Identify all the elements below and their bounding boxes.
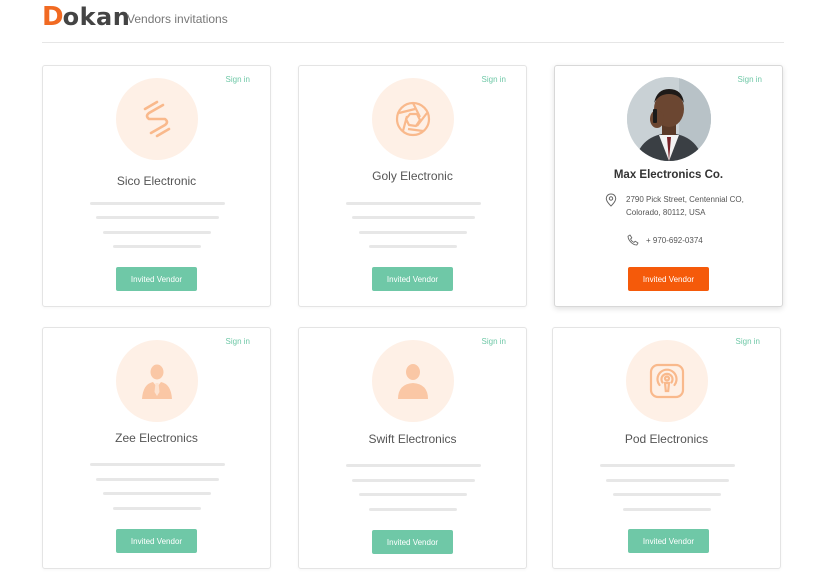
placeholder-line	[346, 464, 481, 467]
placeholder-line	[359, 493, 467, 496]
aperture-icon	[395, 101, 431, 137]
placeholder-line	[352, 216, 475, 219]
vendor-name: Pod Electronics	[624, 432, 709, 446]
sign-in-link[interactable]: Sign in	[738, 75, 762, 84]
invited-vendor-button[interactable]: Invited Vendor	[116, 529, 197, 553]
invited-vendor-button[interactable]: Invited Vendor	[628, 529, 709, 553]
placeholder-line	[613, 493, 721, 496]
placeholder-line	[103, 231, 211, 234]
placeholder-line	[96, 478, 219, 481]
invited-vendor-button[interactable]: Invited Vendor	[372, 267, 453, 291]
vendor-card-pod: Sign in Pod Electronics Invited Vendor	[552, 327, 781, 569]
address-row: 2790 Pick Street, Centennial CO, Colorad…	[605, 193, 756, 219]
vendor-card-max: Sign in Max Electronics Co. 2790 Pick St…	[554, 65, 783, 307]
placeholder-line	[90, 463, 225, 466]
placeholder-line	[369, 245, 457, 248]
sign-in-link[interactable]: Sign in	[226, 75, 250, 84]
placeholder-line	[346, 202, 481, 205]
placeholder-line	[113, 507, 201, 510]
placeholder-line	[369, 508, 457, 511]
phone-icon	[627, 234, 639, 246]
page-title: Vendors invitations	[127, 12, 228, 26]
location-pin-icon	[605, 193, 617, 207]
vendor-avatar	[372, 340, 454, 422]
placeholder-line	[600, 464, 735, 467]
placeholder-line	[359, 231, 467, 234]
vendor-card-zee: Sign in Zee Electronics Invited Vendor	[42, 327, 271, 569]
page-header: D okan Vendors invitations	[42, 0, 784, 43]
logo-initial: D	[42, 2, 64, 32]
vendor-avatar	[626, 340, 708, 422]
vendor-avatar	[372, 78, 454, 160]
vendor-photo	[627, 77, 711, 161]
vendor-card-goly: Sign in Goly Electronic Invited Vendor	[298, 65, 527, 307]
placeholder-line	[352, 479, 475, 482]
sign-in-link[interactable]: Sign in	[482, 337, 506, 346]
vendor-card-sico: Sign in Sico Electronic Invited Vendor	[42, 65, 271, 307]
sico-logo-icon	[143, 100, 171, 138]
businessman-icon	[142, 364, 172, 399]
invited-vendor-button[interactable]: Invited Vendor	[372, 530, 453, 554]
placeholder-line	[606, 479, 729, 482]
vendor-name: Zee Electronics	[115, 431, 198, 445]
invited-vendor-button[interactable]: Invited Vendor	[628, 267, 709, 291]
vendor-name: Sico Electronic	[116, 174, 197, 188]
vendor-avatar	[116, 78, 198, 160]
invited-vendor-button[interactable]: Invited Vendor	[116, 267, 197, 291]
vendor-avatar	[116, 340, 198, 422]
logo-text: okan	[62, 3, 131, 31]
dokan-logo[interactable]: D okan	[42, 2, 130, 32]
phone-row: + 970-692-0374	[627, 234, 703, 246]
placeholder-line	[623, 508, 711, 511]
vendor-name: Swift Electronics	[368, 432, 457, 446]
vendor-name: Goly Electronic	[372, 169, 453, 183]
vendor-address: 2790 Pick Street, Centennial CO, Colorad…	[626, 195, 744, 217]
vendor-card-swift: Sign in Swift Electronics Invited Vendor	[298, 327, 527, 569]
placeholder-line	[90, 202, 225, 205]
sign-in-link[interactable]: Sign in	[226, 337, 250, 346]
placeholder-line	[96, 216, 219, 219]
vendor-phone: + 970-692-0374	[646, 235, 703, 245]
placeholder-line	[103, 492, 211, 495]
podcast-icon	[649, 363, 685, 399]
sign-in-link[interactable]: Sign in	[736, 337, 760, 346]
vendor-name: Max Electronics Co.	[613, 169, 724, 181]
placeholder-line	[113, 245, 201, 248]
sign-in-link[interactable]: Sign in	[482, 75, 506, 84]
user-icon	[398, 364, 428, 399]
